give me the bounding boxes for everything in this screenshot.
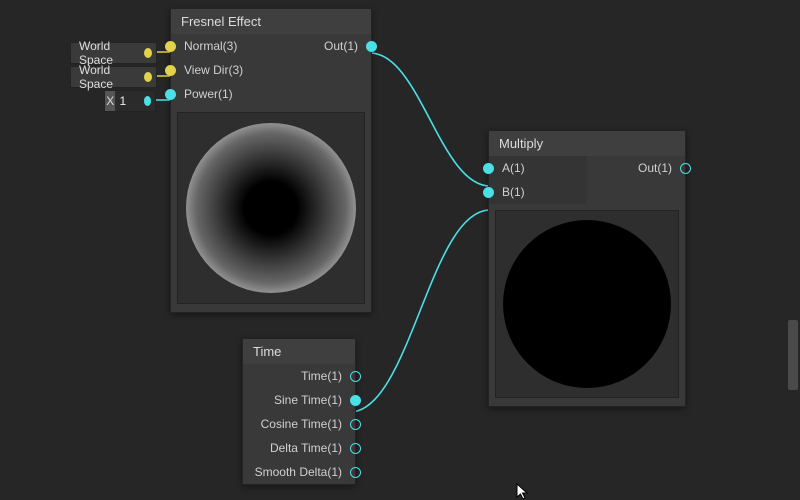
port-label: Out(1): [630, 161, 680, 175]
power-value-field[interactable]: X 1: [104, 90, 156, 112]
port-out-time[interactable]: Time(1): [243, 364, 355, 388]
port-icon[interactable]: [350, 467, 361, 478]
port-icon[interactable]: [680, 163, 691, 174]
world-space-dropdown-viewdir[interactable]: World Space: [70, 66, 157, 88]
node-fresnel-effect[interactable]: Fresnel Effect Normal(3) View Dir(3) Pow…: [170, 8, 372, 313]
port-label: Delta Time(1): [262, 441, 350, 455]
port-out-fresnel[interactable]: Out(1): [271, 34, 371, 58]
port-out-cosine-time[interactable]: Cosine Time(1): [243, 412, 355, 436]
port-icon[interactable]: [350, 395, 361, 406]
port-in-a[interactable]: A(1): [489, 156, 587, 180]
mouse-cursor-icon: [516, 483, 534, 500]
x-label: X: [105, 91, 115, 111]
node-preview: [495, 210, 679, 398]
port-label: Sine Time(1): [266, 393, 350, 407]
port-label: B(1): [494, 185, 533, 199]
port-out-icon[interactable]: [144, 72, 152, 82]
port-out-delta-time[interactable]: Delta Time(1): [243, 436, 355, 460]
port-icon[interactable]: [350, 371, 361, 382]
port-in-viewdir[interactable]: View Dir(3): [171, 58, 271, 82]
port-in-normal[interactable]: Normal(3): [171, 34, 271, 58]
node-preview: [177, 112, 365, 304]
port-label: A(1): [494, 161, 533, 175]
node-graph-canvas[interactable]: World Space World Space X 1 Fresnel Effe…: [0, 0, 800, 500]
port-icon[interactable]: [165, 65, 176, 76]
port-label: Out(1): [316, 39, 366, 53]
port-in-power[interactable]: Power(1): [171, 82, 271, 106]
port-label: Cosine Time(1): [253, 417, 350, 431]
x-value: 1: [115, 94, 137, 108]
multiply-sphere-icon: [503, 220, 671, 388]
port-label: View Dir(3): [176, 63, 251, 77]
port-label: Time(1): [293, 369, 350, 383]
port-out-icon[interactable]: [144, 96, 151, 106]
node-title[interactable]: Time: [243, 339, 355, 364]
port-label: Smooth Delta(1): [247, 465, 350, 479]
port-icon[interactable]: [483, 187, 494, 198]
port-icon[interactable]: [366, 41, 377, 52]
port-icon[interactable]: [350, 419, 361, 430]
node-time[interactable]: Time Time(1) Sine Time(1) Cosine Time(1)…: [242, 338, 356, 485]
port-out-smooth-delta[interactable]: Smooth Delta(1): [243, 460, 355, 484]
port-label: Normal(3): [176, 39, 245, 53]
dropdown-label: World Space: [71, 63, 138, 91]
port-icon[interactable]: [165, 89, 176, 100]
world-space-dropdown-normal[interactable]: World Space: [70, 42, 157, 64]
port-label: Power(1): [176, 87, 241, 101]
port-icon[interactable]: [165, 41, 176, 52]
port-icon[interactable]: [483, 163, 494, 174]
port-out-multiply[interactable]: Out(1): [587, 156, 685, 180]
vertical-scrollbar[interactable]: [788, 320, 798, 390]
node-title[interactable]: Multiply: [489, 131, 685, 156]
fresnel-sphere-icon: [186, 123, 356, 293]
node-multiply[interactable]: Multiply A(1) B(1) Out(1): [488, 130, 686, 407]
node-title[interactable]: Fresnel Effect: [171, 9, 371, 34]
port-icon[interactable]: [350, 443, 361, 454]
port-out-icon[interactable]: [144, 48, 152, 58]
port-in-b[interactable]: B(1): [489, 180, 587, 204]
port-out-sine-time[interactable]: Sine Time(1): [243, 388, 355, 412]
